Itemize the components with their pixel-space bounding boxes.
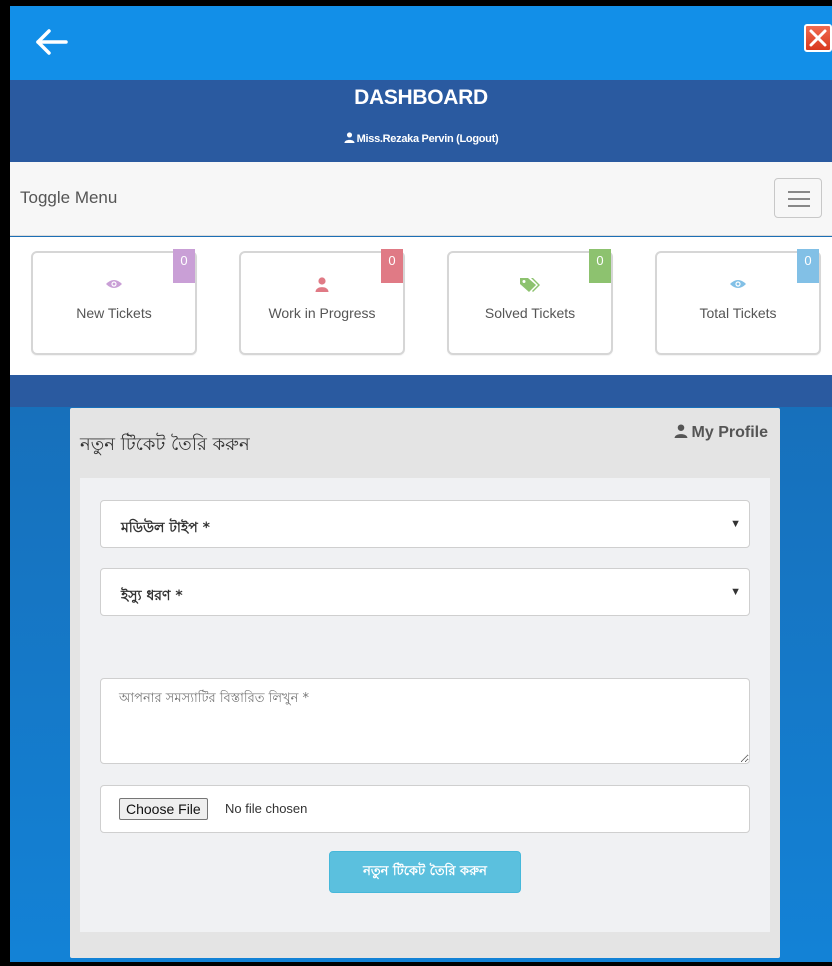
- logout-link[interactable]: (Logout): [456, 133, 498, 145]
- submit-ticket-button[interactable]: নতুন টিকেট তৈরি করুন: [329, 851, 521, 893]
- user-info: Miss.Rezaka Pervin (Logout): [10, 132, 832, 146]
- card-label: Total Tickets: [699, 305, 777, 321]
- my-profile-link[interactable]: My Profile: [674, 424, 768, 443]
- app-bar: [10, 6, 832, 80]
- user-icon: [674, 424, 688, 443]
- eye-icon: [33, 277, 195, 295]
- card-label: Work in Progress: [268, 305, 376, 321]
- card-label: Solved Tickets: [484, 305, 576, 321]
- form-body: মডিউল টাইপ * ▼ ইস্যু ধরণ * ▼ Choose File…: [80, 478, 770, 932]
- issue-type-select[interactable]: ইস্যু ধরণ * ▼: [100, 568, 750, 616]
- chevron-down-icon: ▼: [730, 518, 741, 530]
- arrow-left-icon: [36, 29, 68, 55]
- back-button[interactable]: [32, 24, 72, 60]
- chevron-down-icon: ▼: [730, 586, 741, 598]
- user-icon: [241, 277, 403, 297]
- new-ticket-panel: নতুন টিকেট তৈরি করুন My Profile মডিউল টা…: [70, 408, 780, 958]
- details-textarea[interactable]: [100, 678, 750, 764]
- card-label: New Tickets: [76, 305, 152, 321]
- page-title: DASHBOARD: [354, 86, 488, 109]
- my-profile-label: My Profile: [691, 424, 768, 441]
- new-tickets-card[interactable]: 0 New Tickets: [31, 249, 197, 355]
- user-icon: [344, 132, 355, 146]
- work-in-progress-card[interactable]: 0 Work in Progress: [239, 249, 405, 355]
- hamburger-icon: [788, 198, 810, 200]
- total-tickets-card[interactable]: 0 Total Tickets: [655, 249, 821, 355]
- stats-row: 0 New Tickets 0 Work in Progress 0 Solve…: [10, 237, 832, 375]
- hamburger-icon: [788, 191, 810, 193]
- panel-heading: নতুন টিকেট তৈরি করুন My Profile: [70, 408, 780, 478]
- solved-tickets-card[interactable]: 0 Solved Tickets: [447, 249, 613, 355]
- header-band: [10, 375, 832, 407]
- close-button[interactable]: [804, 24, 832, 52]
- hamburger-button[interactable]: [774, 178, 822, 218]
- form-title: নতুন টিকেট তৈরি করুন: [80, 434, 250, 455]
- choose-file-button[interactable]: Choose File: [119, 798, 208, 820]
- user-name: Miss.Rezaka Pervin: [356, 133, 454, 145]
- hamburger-icon: [788, 205, 810, 207]
- toggle-menu-label: Toggle Menu: [20, 188, 118, 207]
- app-frame: DASHBOARD Miss.Rezaka Pervin (Logout) To…: [10, 6, 832, 962]
- dashboard-header: DASHBOARD Miss.Rezaka Pervin (Logout): [10, 80, 832, 162]
- eye-icon: [657, 277, 819, 295]
- file-status: No file chosen: [225, 801, 308, 816]
- file-upload: Choose File No file chosen: [100, 785, 750, 833]
- module-type-value: মডিউল টাইপ *: [121, 520, 210, 536]
- module-type-select[interactable]: মডিউল টাইপ * ▼: [100, 500, 750, 548]
- tags-icon: [449, 277, 611, 298]
- toggle-menu-bar: Toggle Menu: [10, 162, 832, 236]
- close-icon: [809, 29, 827, 47]
- issue-type-value: ইস্যু ধরণ *: [121, 588, 183, 604]
